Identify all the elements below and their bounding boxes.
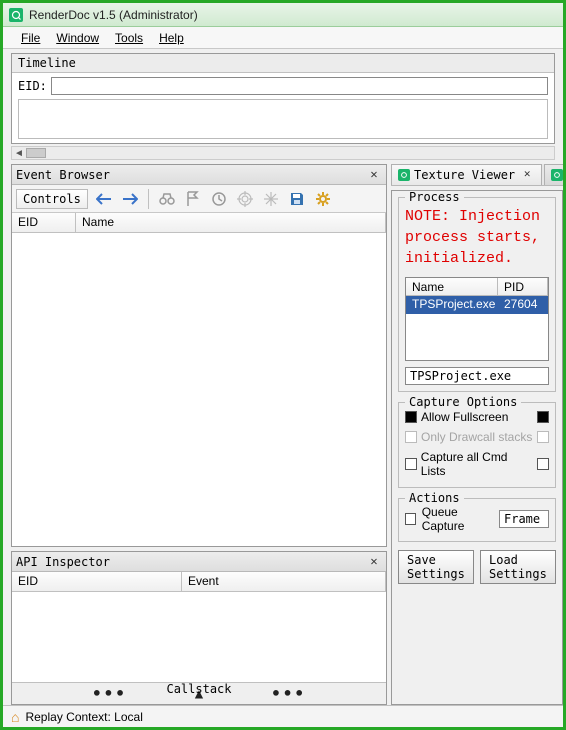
actions-title: Actions (405, 491, 464, 505)
queue-capture-label: Queue Capture (422, 505, 493, 533)
gear-icon[interactable] (313, 189, 333, 209)
save-icon[interactable] (287, 189, 307, 209)
eid-input[interactable] (51, 77, 548, 95)
api-columns: EID Event (12, 572, 386, 592)
capture-all-checkbox[interactable] (405, 458, 417, 470)
target-icon[interactable] (235, 189, 255, 209)
scroll-thumb[interactable] (26, 148, 46, 158)
flag-icon[interactable] (183, 189, 203, 209)
menu-help[interactable]: Help (151, 29, 192, 47)
home-icon: ⌂ (11, 709, 19, 725)
dots-icon: ••• (271, 684, 306, 703)
event-browser-body[interactable] (12, 233, 386, 546)
menu-bar: File Window Tools Help (3, 27, 563, 49)
right-panel: Process NOTE: Injection process starts, … (391, 190, 563, 705)
save-settings-button[interactable]: Save Settings (398, 550, 474, 584)
tab-icon (551, 169, 563, 181)
menu-file[interactable]: File (13, 29, 48, 47)
injection-note: NOTE: Injection process starts, initiali… (405, 206, 549, 269)
checkbox-right-1[interactable] (537, 411, 549, 423)
load-settings-button[interactable]: Load Settings (480, 550, 556, 584)
checkbox-right-3[interactable] (537, 458, 549, 470)
status-bar: ⌂ Replay Context: Local (3, 705, 563, 727)
arrow-left-icon[interactable] (94, 189, 114, 209)
event-browser-toolbar: Controls (12, 185, 386, 213)
tab-pipeline[interactable]: Pipeli (544, 164, 563, 185)
process-name-cell: TPSProject.exe (406, 296, 498, 314)
close-icon[interactable]: ✕ (519, 167, 535, 183)
only-drawcall-checkbox (405, 431, 417, 443)
allow-fullscreen-checkbox[interactable] (405, 411, 417, 423)
window-title: RenderDoc v1.5 (Administrator) (29, 8, 198, 22)
controls-button[interactable]: Controls (16, 189, 88, 209)
tab-texture-viewer[interactable]: Texture Viewer ✕ (391, 164, 542, 185)
process-pid-cell: 27604 (498, 296, 543, 314)
tab-label: Texture Viewer (414, 168, 515, 182)
process-table-empty[interactable] (406, 314, 548, 360)
col-eid-header[interactable]: EID (12, 213, 76, 232)
api-inspector-title: API Inspector (16, 555, 366, 569)
process-table: Name PID TPSProject.exe 27604 (405, 277, 549, 361)
only-drawcall-label: Only Drawcall stacks (421, 430, 532, 444)
capture-options-group: Capture Options Allow Fullscreen Only Dr… (398, 402, 556, 488)
event-browser-panel: Event Browser ✕ Controls (11, 164, 387, 547)
col-name-header[interactable]: Name (406, 278, 498, 295)
capture-all-label: Capture all Cmd Lists (421, 450, 533, 478)
menu-window[interactable]: Window (48, 29, 107, 47)
checkbox-right-2 (537, 431, 549, 443)
callstack-strip[interactable]: ••• Callstack ▲ ••• (12, 682, 386, 704)
right-tabbar: Texture Viewer ✕ Pipeli (391, 164, 563, 186)
api-inspector-body[interactable] (12, 592, 386, 682)
dots-icon: ••• (92, 684, 127, 703)
clock-icon[interactable] (209, 189, 229, 209)
callstack-label: Callstack (166, 682, 231, 696)
capture-options-title: Capture Options (405, 395, 521, 409)
status-text: Replay Context: Local (25, 710, 142, 724)
h-scrollbar[interactable]: ◄ (11, 146, 555, 160)
snowflake-icon[interactable] (261, 189, 281, 209)
col-eid-header[interactable]: EID (12, 572, 182, 591)
col-name-header[interactable]: Name (76, 213, 386, 232)
close-icon[interactable]: ✕ (366, 167, 382, 183)
frame-input[interactable] (499, 510, 549, 528)
close-icon[interactable]: ✕ (366, 554, 382, 570)
queue-capture-checkbox[interactable] (405, 513, 416, 525)
binoculars-icon[interactable] (157, 189, 177, 209)
process-group-title: Process (405, 190, 464, 204)
app-icon (9, 8, 23, 22)
api-inspector-panel: API Inspector ✕ EID Event ••• Callstack … (11, 551, 387, 705)
title-bar: RenderDoc v1.5 (Administrator) (3, 3, 563, 27)
allow-fullscreen-label: Allow Fullscreen (421, 410, 508, 424)
col-pid-header[interactable]: PID (498, 278, 548, 295)
tab-icon (398, 169, 410, 181)
timeline-panel: Timeline EID: (11, 53, 555, 144)
process-filter-input[interactable] (405, 367, 549, 385)
process-row-selected[interactable]: TPSProject.exe 27604 (406, 296, 548, 314)
scroll-left-icon[interactable]: ◄ (12, 148, 26, 159)
menu-tools[interactable]: Tools (107, 29, 151, 47)
event-browser-columns: EID Name (12, 213, 386, 233)
process-group: Process NOTE: Injection process starts, … (398, 197, 556, 392)
eid-label: EID: (18, 79, 47, 93)
col-event-header[interactable]: Event (182, 572, 386, 591)
event-browser-title: Event Browser (16, 168, 366, 182)
arrow-right-icon[interactable] (120, 189, 140, 209)
timeline-track[interactable] (18, 99, 548, 139)
timeline-title: Timeline (12, 54, 554, 73)
actions-group: Actions Queue Capture (398, 498, 556, 542)
